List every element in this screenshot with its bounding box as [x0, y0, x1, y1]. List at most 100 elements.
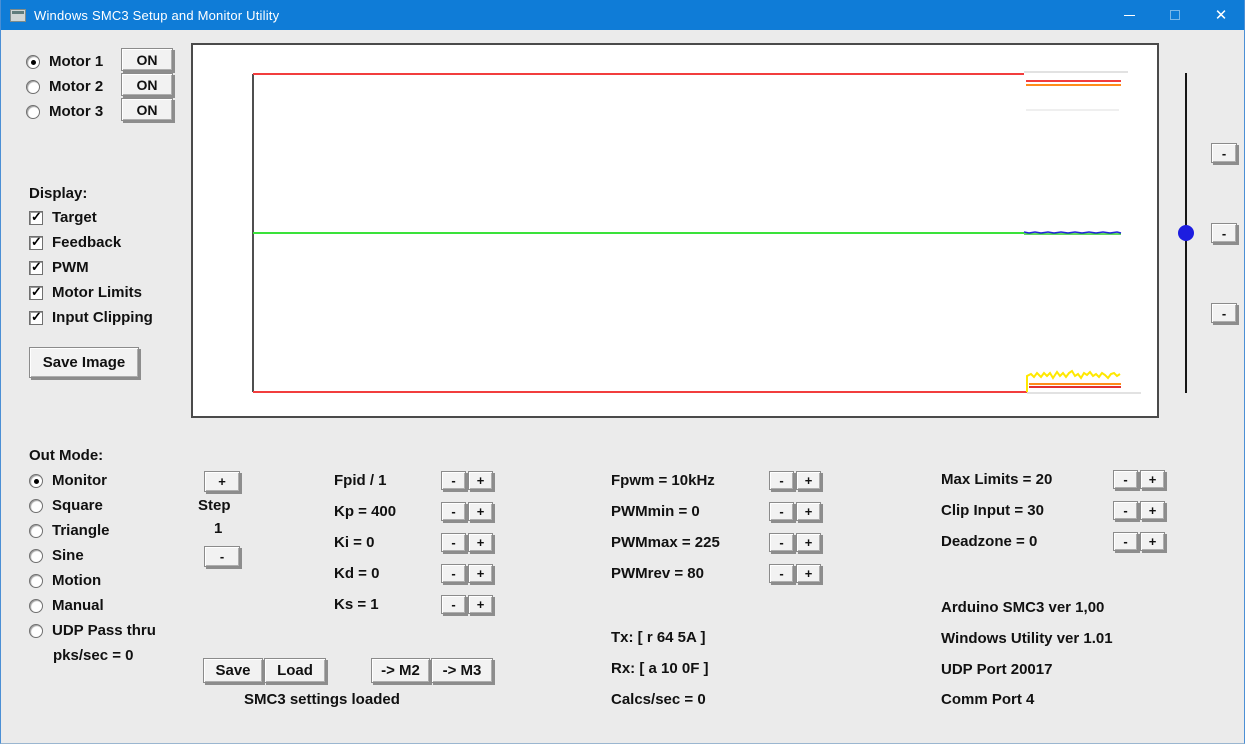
kd-plus-button[interactable]: + [468, 564, 493, 583]
arduino-version-text: Arduino SMC3 ver 1,00 [941, 599, 1105, 616]
square-radio[interactable] [29, 498, 43, 513]
minimize-icon [1123, 14, 1135, 16]
square-label: Square [52, 497, 103, 514]
pwmmax-plus-button[interactable]: + [796, 533, 821, 552]
motor-1-on-button[interactable]: ON [121, 48, 173, 71]
pwm-checkbox[interactable] [29, 259, 43, 275]
step-value: 1 [214, 520, 223, 537]
fpwm-minus-button[interactable]: - [769, 471, 794, 490]
kd-minus-button[interactable]: - [441, 564, 466, 583]
load-button[interactable]: Load [264, 658, 326, 683]
sine-label: Sine [52, 547, 84, 564]
manual-label: Manual [52, 597, 104, 614]
ki-label: Ki = 0 [334, 534, 375, 551]
motor-2-on-button[interactable]: ON [121, 73, 173, 96]
display-heading: Display: [29, 185, 88, 202]
maximize-button[interactable] [1152, 0, 1198, 30]
clip-input-minus-button[interactable]: - [1113, 501, 1138, 520]
display-feedback-row: Feedback [29, 234, 121, 251]
triangle-radio[interactable] [29, 523, 43, 538]
pwmmin-minus-button[interactable]: - [769, 502, 794, 521]
close-button[interactable]: ✕ [1198, 0, 1244, 30]
motor-3-row: Motor 3 [26, 103, 103, 120]
motor-3-on-button[interactable]: ON [121, 98, 173, 121]
motor-2-row: Motor 2 [26, 78, 103, 95]
monitor-radio[interactable] [29, 473, 43, 488]
scale-mid-minus-button[interactable]: - [1211, 223, 1237, 243]
fpwm-plus-button[interactable]: + [796, 471, 821, 490]
step-minus-button[interactable]: - [204, 546, 240, 567]
deadzone-minus-button[interactable]: - [1113, 532, 1138, 551]
smc3-utility-window: Windows SMC3 Setup and Monitor Utility ✕… [0, 0, 1245, 744]
out-mode-manual-row: Manual [29, 597, 104, 614]
maximize-icon [1170, 10, 1180, 20]
pks-per-sec-value: pks/sec = 0 [53, 647, 134, 664]
input-clipping-label: Input Clipping [52, 309, 153, 326]
kp-plus-button[interactable]: + [468, 502, 493, 521]
save-button[interactable]: Save [203, 658, 263, 683]
scale-bottom-minus-button[interactable]: - [1211, 303, 1237, 323]
titlebar: Windows SMC3 Setup and Monitor Utility ✕ [1, 0, 1244, 30]
target-checkbox[interactable] [29, 209, 43, 225]
input-clipping-checkbox[interactable] [29, 309, 43, 325]
minimize-button[interactable] [1106, 0, 1152, 30]
pwmmin-label: PWMmin = 0 [611, 503, 700, 520]
app-icon [10, 8, 26, 22]
motor-1-label: Motor 1 [49, 53, 104, 70]
out-mode-udp-row: UDP Pass thru [29, 622, 156, 639]
pwm-label: PWM [52, 259, 89, 276]
max-limits-label: Max Limits = 20 [941, 471, 1053, 488]
out-mode-motion-row: Motion [29, 572, 101, 589]
display-motor-limits-row: Motor Limits [29, 284, 142, 301]
to-m2-button[interactable]: -> M2 [371, 658, 430, 683]
fpid-plus-button[interactable]: + [468, 471, 493, 490]
fpwm-label: Fpwm = 10kHz [611, 472, 715, 489]
ki-plus-button[interactable]: + [468, 533, 493, 552]
ks-minus-button[interactable]: - [441, 595, 466, 614]
ki-minus-button[interactable]: - [441, 533, 466, 552]
pwmrev-plus-button[interactable]: + [796, 564, 821, 583]
clip-input-plus-button[interactable]: + [1140, 501, 1165, 520]
settings-status-text: SMC3 settings loaded [244, 691, 400, 708]
out-mode-sine-row: Sine [29, 547, 84, 564]
rx-readout: Rx: [ a 10 0F ] [611, 660, 709, 677]
motor-1-row: Motor 1 [26, 53, 103, 70]
max-limits-plus-button[interactable]: + [1140, 470, 1165, 489]
fpid-minus-button[interactable]: - [441, 471, 466, 490]
monitor-label: Monitor [52, 472, 107, 489]
scale-top-minus-button[interactable]: - [1211, 143, 1237, 163]
ks-plus-button[interactable]: + [468, 595, 493, 614]
out-mode-triangle-row: Triangle [29, 522, 110, 539]
motor-3-radio[interactable] [26, 104, 40, 119]
feedback-checkbox[interactable] [29, 234, 43, 250]
to-m3-button[interactable]: -> M3 [431, 658, 493, 683]
step-plus-button[interactable]: + [204, 471, 240, 492]
trace-pwm-yellow [1026, 369, 1121, 392]
pwmmin-plus-button[interactable]: + [796, 502, 821, 521]
pwmmax-minus-button[interactable]: - [769, 533, 794, 552]
clip-input-label: Clip Input = 30 [941, 502, 1044, 519]
manual-radio[interactable] [29, 598, 43, 613]
motor-limits-checkbox[interactable] [29, 284, 43, 300]
out-mode-heading: Out Mode: [29, 447, 104, 464]
feedback-label: Feedback [52, 234, 122, 251]
offset-slider-thumb[interactable] [1178, 225, 1194, 241]
pwmmax-label: PWMmax = 225 [611, 534, 720, 551]
window-title: Windows SMC3 Setup and Monitor Utility [34, 7, 280, 23]
triangle-label: Triangle [52, 522, 110, 539]
udp-pass-thru-radio[interactable] [29, 623, 43, 638]
motion-label: Motion [52, 572, 102, 589]
save-image-button[interactable]: Save Image [29, 347, 139, 378]
kp-minus-button[interactable]: - [441, 502, 466, 521]
motor-1-radio[interactable] [26, 54, 40, 69]
max-limits-minus-button[interactable]: - [1113, 470, 1138, 489]
sine-radio[interactable] [29, 548, 43, 563]
pwmrev-minus-button[interactable]: - [769, 564, 794, 583]
deadzone-plus-button[interactable]: + [1140, 532, 1165, 551]
ks-label: Ks = 1 [334, 596, 379, 613]
scope-panel [191, 43, 1159, 418]
out-mode-square-row: Square [29, 497, 103, 514]
motion-radio[interactable] [29, 573, 43, 588]
motor-2-radio[interactable] [26, 79, 40, 94]
calcs-per-sec-readout: Calcs/sec = 0 [611, 691, 706, 708]
